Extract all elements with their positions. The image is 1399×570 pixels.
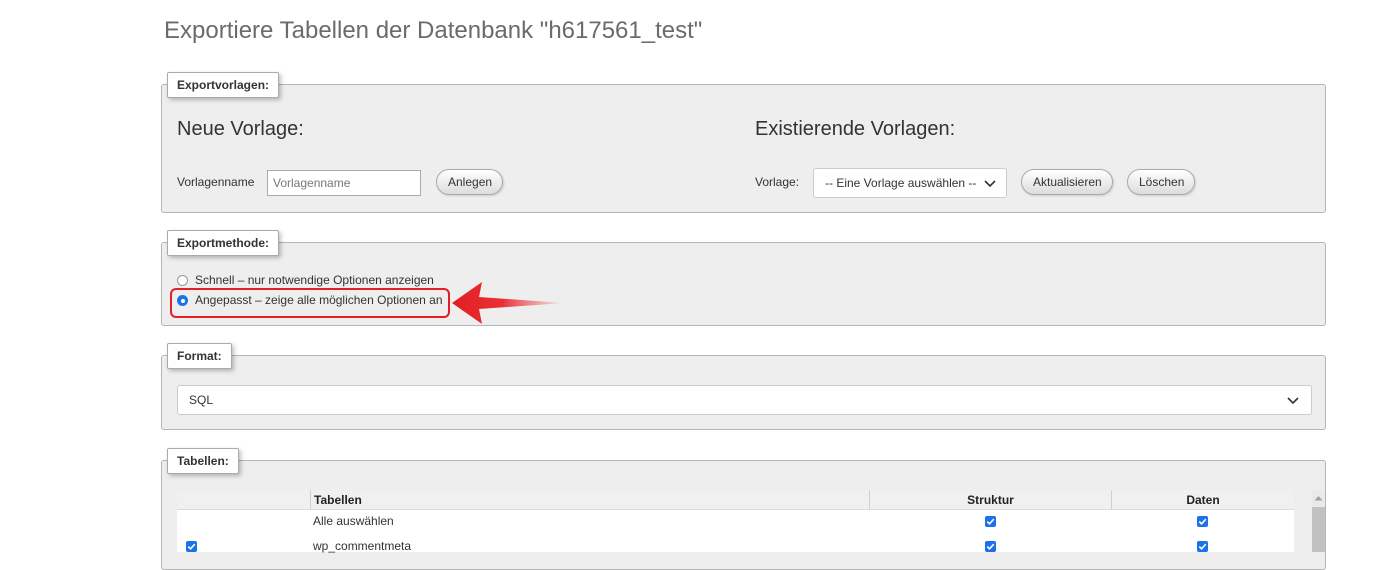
highlight-box (170, 288, 450, 318)
create-template-button[interactable]: Anlegen (436, 169, 503, 195)
update-template-button[interactable]: Aktualisieren (1021, 169, 1113, 195)
new-template-heading: Neue Vorlage: (177, 118, 304, 140)
select-all-data-checkbox[interactable] (1197, 516, 1208, 527)
table-header-structure: Struktur (869, 490, 1111, 510)
table-header-data: Daten (1111, 490, 1294, 510)
table-header-select (177, 490, 310, 510)
row-structure-checkbox[interactable] (985, 541, 996, 552)
select-all-label: Alle auswählen (313, 514, 394, 528)
row-data-checkbox[interactable] (1197, 541, 1208, 552)
template-select-label: Vorlage: (755, 175, 800, 189)
template-name-label: Vorlagenname (177, 175, 255, 189)
scrollbar-thumb[interactable] (1312, 507, 1325, 552)
export-templates-legend: Exportvorlagen: (167, 72, 280, 98)
radio-quick-export[interactable] (177, 275, 188, 286)
format-select-value: SQL (189, 393, 214, 407)
chevron-down-icon (1287, 397, 1299, 405)
red-arrow-annotation (452, 282, 564, 324)
select-all-structure-checkbox[interactable] (985, 516, 996, 527)
format-legend: Format: (167, 343, 232, 369)
table-header-tables: Tabellen (310, 490, 869, 510)
delete-template-button[interactable]: Löschen (1127, 169, 1195, 195)
export-method-legend: Exportmethode: (167, 230, 280, 256)
radio-quick-export-label: Schnell – nur notwendige Optionen anzeig… (195, 273, 434, 287)
row-select-checkbox[interactable] (186, 541, 197, 552)
table-name-cell: wp_commentmeta (313, 539, 412, 553)
scroll-up-arrow-icon[interactable] (1314, 495, 1323, 501)
format-select[interactable]: SQL (177, 385, 1312, 415)
template-name-input[interactable] (267, 170, 421, 196)
tables-legend: Tabellen: (167, 448, 239, 474)
chevron-down-icon (984, 180, 996, 188)
page-title: Exportiere Tabellen der Datenbank "h6175… (164, 17, 703, 44)
template-select[interactable]: -- Eine Vorlage auswählen -- (813, 168, 1007, 198)
template-select-value: -- Eine Vorlage auswählen -- (825, 176, 977, 190)
existing-templates-heading: Existierende Vorlagen: (755, 118, 956, 140)
